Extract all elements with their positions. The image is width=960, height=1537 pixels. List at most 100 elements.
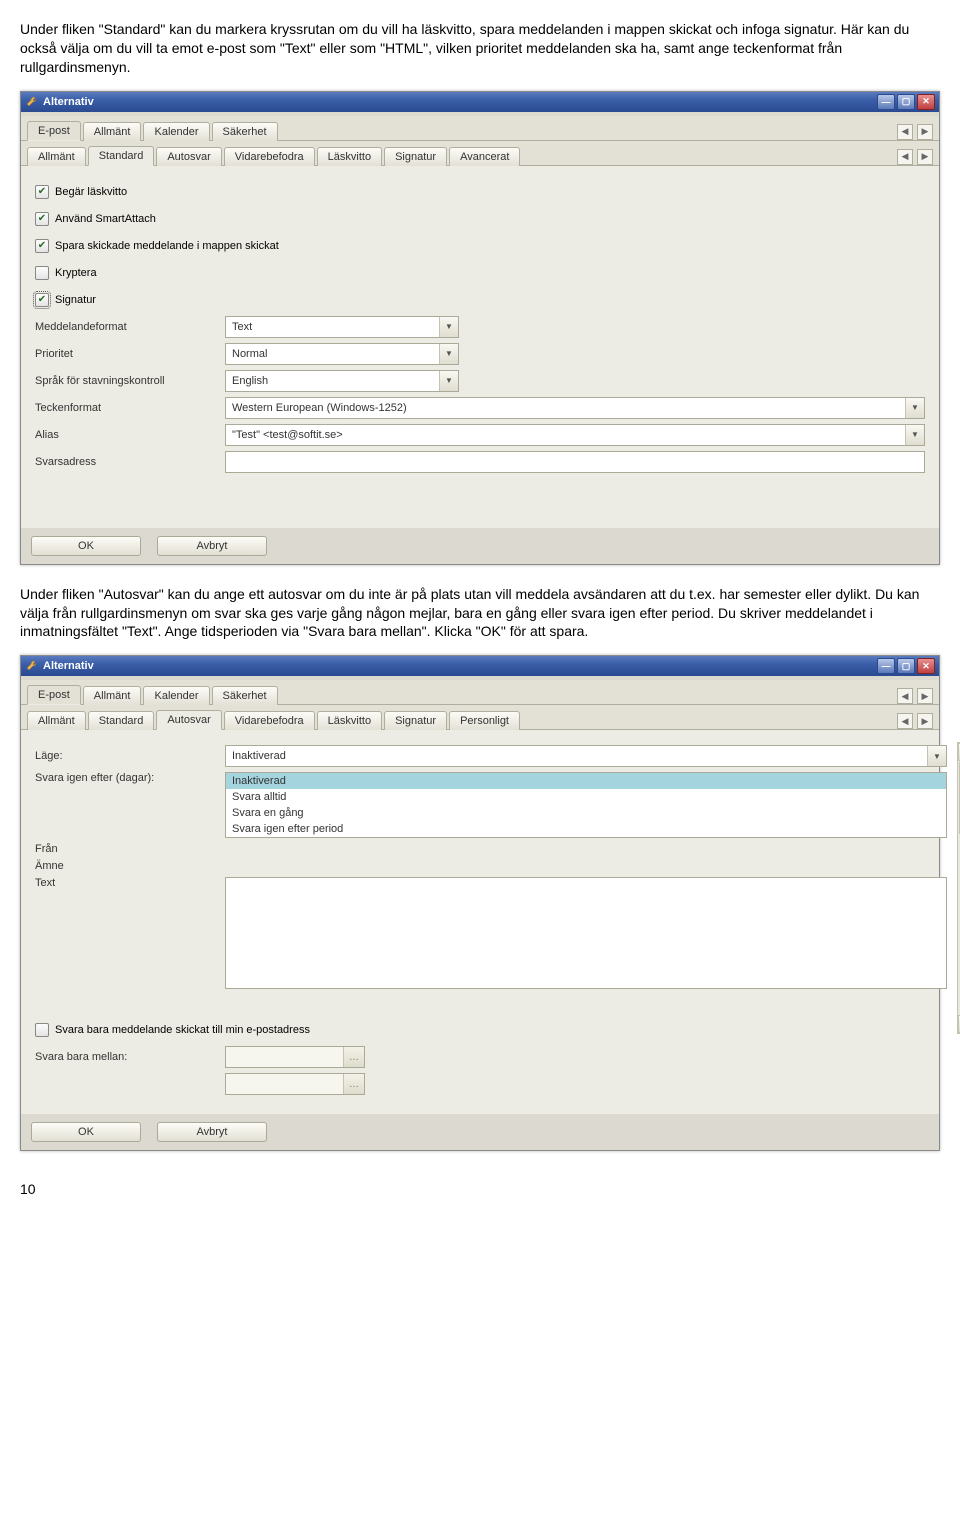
label-teckenformat: Teckenformat	[35, 402, 225, 414]
subtab-standard[interactable]: Standard	[88, 711, 155, 730]
date-from[interactable]: …	[225, 1046, 365, 1068]
label-lage: Läge:	[35, 750, 225, 762]
select-prioritet[interactable]: Normal ▼	[225, 343, 459, 365]
check-kryptera-label: Kryptera	[55, 267, 97, 279]
window-alternativ-standard: Alternativ — ▢ ✕ E-post Allmänt Kalender…	[20, 91, 940, 565]
label-sprak: Språk för stavningskontroll	[35, 375, 225, 387]
select-teckenformat[interactable]: Western European (Windows-1252) ▼	[225, 397, 925, 419]
label-alias: Alias	[35, 429, 225, 441]
sub-tabstrip-1: Allmänt Standard Autosvar Vidarebefodra …	[21, 141, 939, 166]
chevron-down-icon: ▼	[439, 317, 458, 337]
subtab-vidarebefodra[interactable]: Vidarebefodra	[224, 711, 315, 730]
label-amne: Ämne	[35, 860, 225, 872]
button-row: OK Avbryt	[21, 1114, 939, 1150]
value-alias: "Test" <test@softit.se>	[232, 429, 343, 441]
page-number: 10	[20, 1181, 940, 1197]
avbryt-button[interactable]: Avbryt	[157, 536, 267, 556]
check-signatur-row: ✔ Signatur	[35, 289, 925, 311]
check-kryptera-row: Kryptera	[35, 262, 925, 284]
button-row: OK Avbryt	[21, 528, 939, 564]
chevron-down-icon: ▼	[927, 746, 946, 766]
subtab-avancerat[interactable]: Avancerat	[449, 147, 520, 166]
tab-allmant[interactable]: Allmänt	[83, 122, 142, 141]
subtab-standard[interactable]: Standard	[88, 146, 155, 166]
window-title: Alternativ	[43, 96, 94, 108]
value-meddelandeformat: Text	[232, 321, 252, 333]
checkbox-kryptera[interactable]	[35, 266, 49, 280]
subtab-autosvar[interactable]: Autosvar	[156, 147, 221, 166]
tab-scroll-right-icon[interactable]: ▶	[917, 149, 933, 165]
date-picker-icon: …	[343, 1074, 364, 1094]
list-item[interactable]: Inaktiverad	[226, 773, 946, 789]
value-sprak: English	[232, 375, 268, 387]
tab-epost[interactable]: E-post	[27, 121, 81, 141]
tab-epost[interactable]: E-post	[27, 685, 81, 705]
check-spara-row: ✔ Spara skickade meddelande i mappen ski…	[35, 235, 925, 257]
tab-sakerhet[interactable]: Säkerhet	[212, 122, 278, 141]
check-laskvitto-row: ✔ Begär läskvitto	[35, 181, 925, 203]
tab-scroll-left-icon[interactable]: ◀	[897, 149, 913, 165]
subtab-autosvar[interactable]: Autosvar	[156, 710, 221, 730]
list-item[interactable]: Svara en gång	[226, 805, 946, 821]
input-svarsadress[interactable]	[225, 451, 925, 473]
top-tabstrip: E-post Allmänt Kalender Säkerhet ◀ ▶	[21, 116, 939, 141]
top-tabstrip: E-post Allmänt Kalender Säkerhet ◀ ▶	[21, 680, 939, 705]
tab-scroll-left-icon[interactable]: ◀	[897, 688, 913, 704]
maximize-button[interactable]: ▢	[897, 94, 915, 110]
select-alias[interactable]: "Test" <test@softit.se> ▼	[225, 424, 925, 446]
subtab-allmant[interactable]: Allmänt	[27, 711, 86, 730]
checkbox-laskvitto[interactable]: ✔	[35, 185, 49, 199]
textarea-text[interactable]	[225, 877, 947, 989]
tab-scroll-right-icon[interactable]: ▶	[917, 124, 933, 140]
list-item[interactable]: Svara alltid	[226, 789, 946, 805]
titlebar[interactable]: Alternativ — ▢ ✕	[21, 92, 939, 112]
label-svara-igen: Svara igen efter (dagar):	[35, 772, 225, 784]
window-alternativ-autosvar: Alternativ — ▢ ✕ E-post Allmänt Kalender…	[20, 655, 940, 1151]
chevron-down-icon: ▼	[439, 344, 458, 364]
checkbox-smartattach[interactable]: ✔	[35, 212, 49, 226]
subtab-signatur[interactable]: Signatur	[384, 147, 447, 166]
tab-scroll-left-icon[interactable]: ◀	[897, 124, 913, 140]
close-button[interactable]: ✕	[917, 658, 935, 674]
subtab-laskvitto[interactable]: Läskvitto	[317, 147, 382, 166]
tab-kalender[interactable]: Kalender	[143, 686, 209, 705]
window-title: Alternativ	[43, 660, 94, 672]
close-button[interactable]: ✕	[917, 94, 935, 110]
date-to[interactable]: …	[225, 1073, 365, 1095]
titlebar[interactable]: Alternativ — ▢ ✕	[21, 656, 939, 676]
subtab-personligt[interactable]: Personligt	[449, 711, 520, 730]
tab-scroll-right-icon[interactable]: ▶	[917, 688, 933, 704]
chevron-down-icon: ▼	[905, 425, 924, 445]
label-meddelandeformat: Meddelandeformat	[35, 321, 225, 333]
tab-scroll-right-icon[interactable]: ▶	[917, 713, 933, 729]
chevron-down-icon: ▼	[439, 371, 458, 391]
ok-button[interactable]: OK	[31, 536, 141, 556]
checkbox-spara[interactable]: ✔	[35, 239, 49, 253]
subtab-signatur[interactable]: Signatur	[384, 711, 447, 730]
subtab-allmant[interactable]: Allmänt	[27, 147, 86, 166]
tab-allmant[interactable]: Allmänt	[83, 686, 142, 705]
label-svara-bara-mellan: Svara bara mellan:	[35, 1051, 225, 1063]
maximize-button[interactable]: ▢	[897, 658, 915, 674]
subtab-vidarebefodra[interactable]: Vidarebefodra	[224, 147, 315, 166]
ok-button[interactable]: OK	[31, 1122, 141, 1142]
check-smartattach-label: Använd SmartAttach	[55, 213, 156, 225]
checkbox-signatur[interactable]: ✔	[35, 293, 49, 307]
tab-sakerhet[interactable]: Säkerhet	[212, 686, 278, 705]
list-item[interactable]: Svara igen efter period	[226, 821, 946, 837]
select-sprak[interactable]: English ▼	[225, 370, 459, 392]
intro-paragraph-2: Under fliken "Autosvar" kan du ange ett …	[20, 585, 940, 642]
minimize-button[interactable]: —	[877, 658, 895, 674]
avbryt-button[interactable]: Avbryt	[157, 1122, 267, 1142]
tab-kalender[interactable]: Kalender	[143, 122, 209, 141]
checkbox-svara-bara[interactable]	[35, 1023, 49, 1037]
minimize-button[interactable]: —	[877, 94, 895, 110]
subtab-laskvitto[interactable]: Läskvitto	[317, 711, 382, 730]
select-lage[interactable]: Inaktiverad ▼	[225, 745, 947, 767]
select-meddelandeformat[interactable]: Text ▼	[225, 316, 459, 338]
check-signatur-label: Signatur	[55, 294, 96, 306]
label-prioritet: Prioritet	[35, 348, 225, 360]
listbox-lage-options[interactable]: Inaktiverad Svara alltid Svara en gång S…	[225, 772, 947, 838]
tab-scroll-left-icon[interactable]: ◀	[897, 713, 913, 729]
value-prioritet: Normal	[232, 348, 267, 360]
